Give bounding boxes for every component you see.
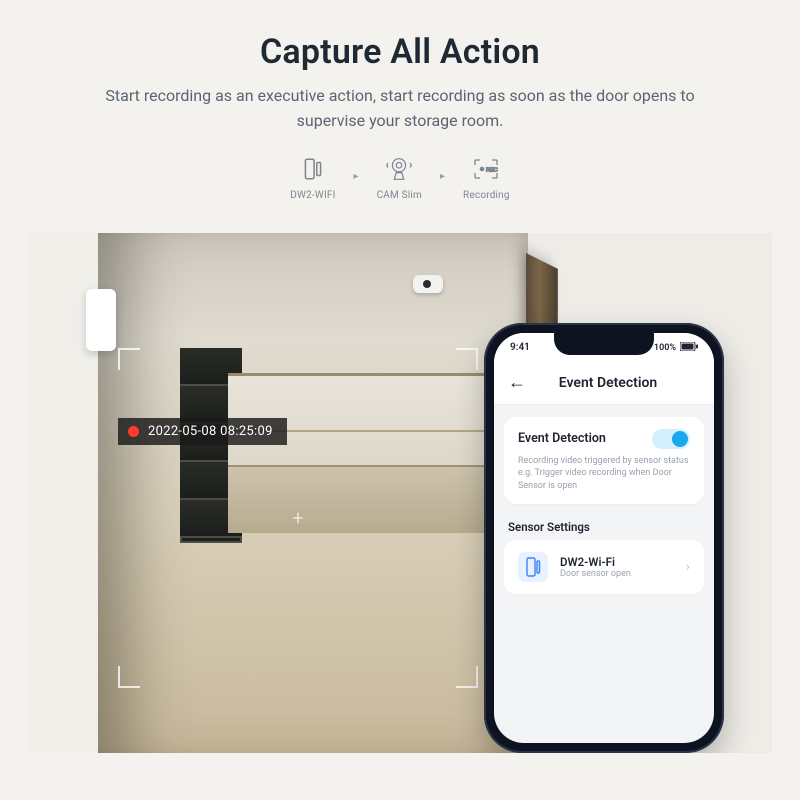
door-sensor-row-icon bbox=[518, 552, 548, 582]
sensor-settings-row[interactable]: DW2-Wi-Fi Door sensor open › bbox=[504, 540, 704, 594]
flow-node-recording: REC Recording bbox=[463, 152, 510, 201]
page-subtitle: Start recording as an executive action, … bbox=[90, 84, 710, 134]
sensor-settings-label: Sensor Settings bbox=[508, 520, 700, 534]
status-time: 9:41 bbox=[510, 342, 530, 353]
battery-icon bbox=[680, 342, 698, 354]
product-scene: + 2022-05-08 08:25:09 9:41 100% bbox=[28, 233, 772, 753]
card-title: Event Detection bbox=[518, 431, 606, 446]
page-title: Capture All Action bbox=[90, 32, 710, 72]
workflow-row: DW2-WIFI ▸ CAM Slim ▸ REC bbox=[90, 152, 710, 201]
card-description: Recording video triggered by sensor stat… bbox=[518, 455, 690, 493]
flow-node-sensor: DW2-WIFI bbox=[290, 152, 335, 201]
ceiling-camera-icon bbox=[413, 275, 443, 293]
flow-node-camera: CAM Slim bbox=[377, 152, 422, 201]
record-dot-icon bbox=[128, 426, 139, 437]
svg-text:REC: REC bbox=[486, 167, 498, 173]
battery-label: 100% bbox=[654, 343, 676, 353]
recording-icon: REC bbox=[469, 152, 503, 186]
phone-mockup: 9:41 100% ← Event Detection bbox=[484, 323, 724, 753]
event-detection-card: Event Detection Recording video triggere… bbox=[504, 417, 704, 505]
sensor-subtitle: Door sensor open bbox=[560, 569, 674, 579]
flow-label: DW2-WIFI bbox=[290, 190, 335, 201]
app-nav-title: Event Detection bbox=[516, 375, 700, 391]
recording-timestamp: 2022-05-08 08:25:09 bbox=[148, 424, 273, 439]
door-sensor-icon bbox=[296, 152, 330, 186]
sensor-name: DW2-Wi-Fi bbox=[560, 555, 674, 569]
event-detection-toggle[interactable] bbox=[652, 429, 690, 449]
app-nav-bar: ← Event Detection bbox=[494, 363, 714, 405]
flow-label: Recording bbox=[463, 190, 510, 201]
camera-icon bbox=[382, 152, 416, 186]
arrow-icon: ▸ bbox=[354, 171, 359, 182]
chevron-right-icon: › bbox=[686, 559, 690, 575]
recording-indicator: 2022-05-08 08:25:09 bbox=[118, 418, 287, 445]
flow-label: CAM Slim bbox=[377, 190, 422, 201]
arrow-icon: ▸ bbox=[440, 171, 445, 182]
door-sensor-device bbox=[86, 289, 116, 351]
